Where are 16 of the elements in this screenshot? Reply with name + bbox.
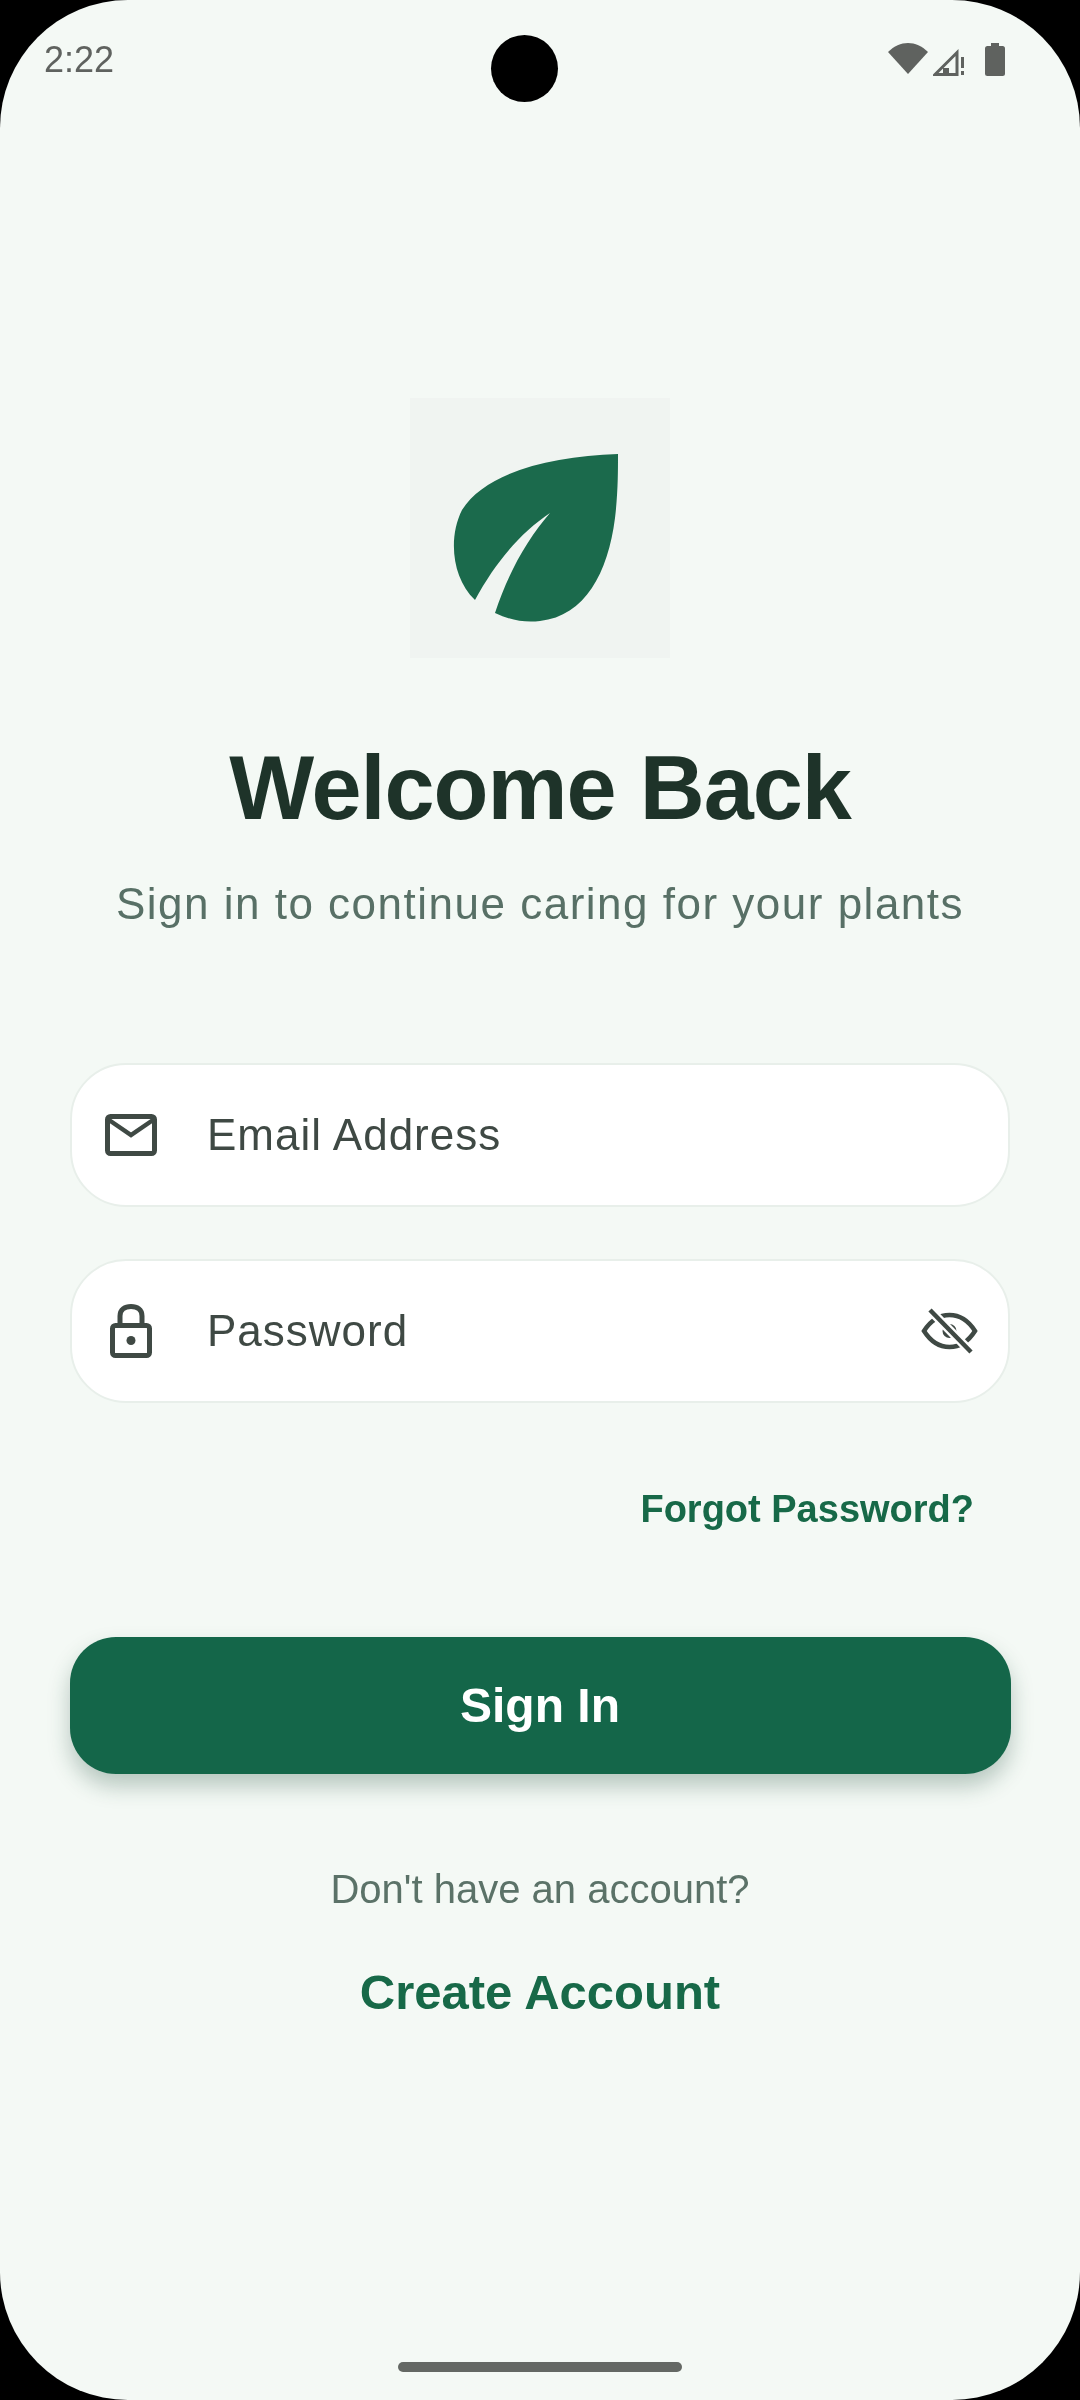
- password-field[interactable]: Password: [70, 1259, 1010, 1403]
- email-input[interactable]: Email Address: [207, 1105, 978, 1165]
- email-field[interactable]: Email Address: [70, 1063, 1010, 1207]
- welcome-subtitle: Sign in to continue caring for your plants: [115, 879, 965, 929]
- wifi-icon: [888, 43, 928, 74]
- sign-in-button[interactable]: Sign In: [69, 1637, 1011, 1774]
- battery-icon: [985, 43, 1005, 76]
- eye-off-icon[interactable]: [921, 1307, 978, 1355]
- create-account-link[interactable]: Create Account: [359, 1962, 721, 2022]
- signup-prompt: Don't have an account?: [330, 1866, 750, 1913]
- status-time: 2:22: [44, 38, 115, 82]
- welcome-title: Welcome Back: [229, 738, 851, 838]
- password-input[interactable]: Password: [207, 1301, 921, 1361]
- mail-icon: [105, 1114, 157, 1156]
- forgot-password-link[interactable]: Forgot Password?: [640, 1484, 974, 1534]
- lock-icon: [110, 1304, 152, 1358]
